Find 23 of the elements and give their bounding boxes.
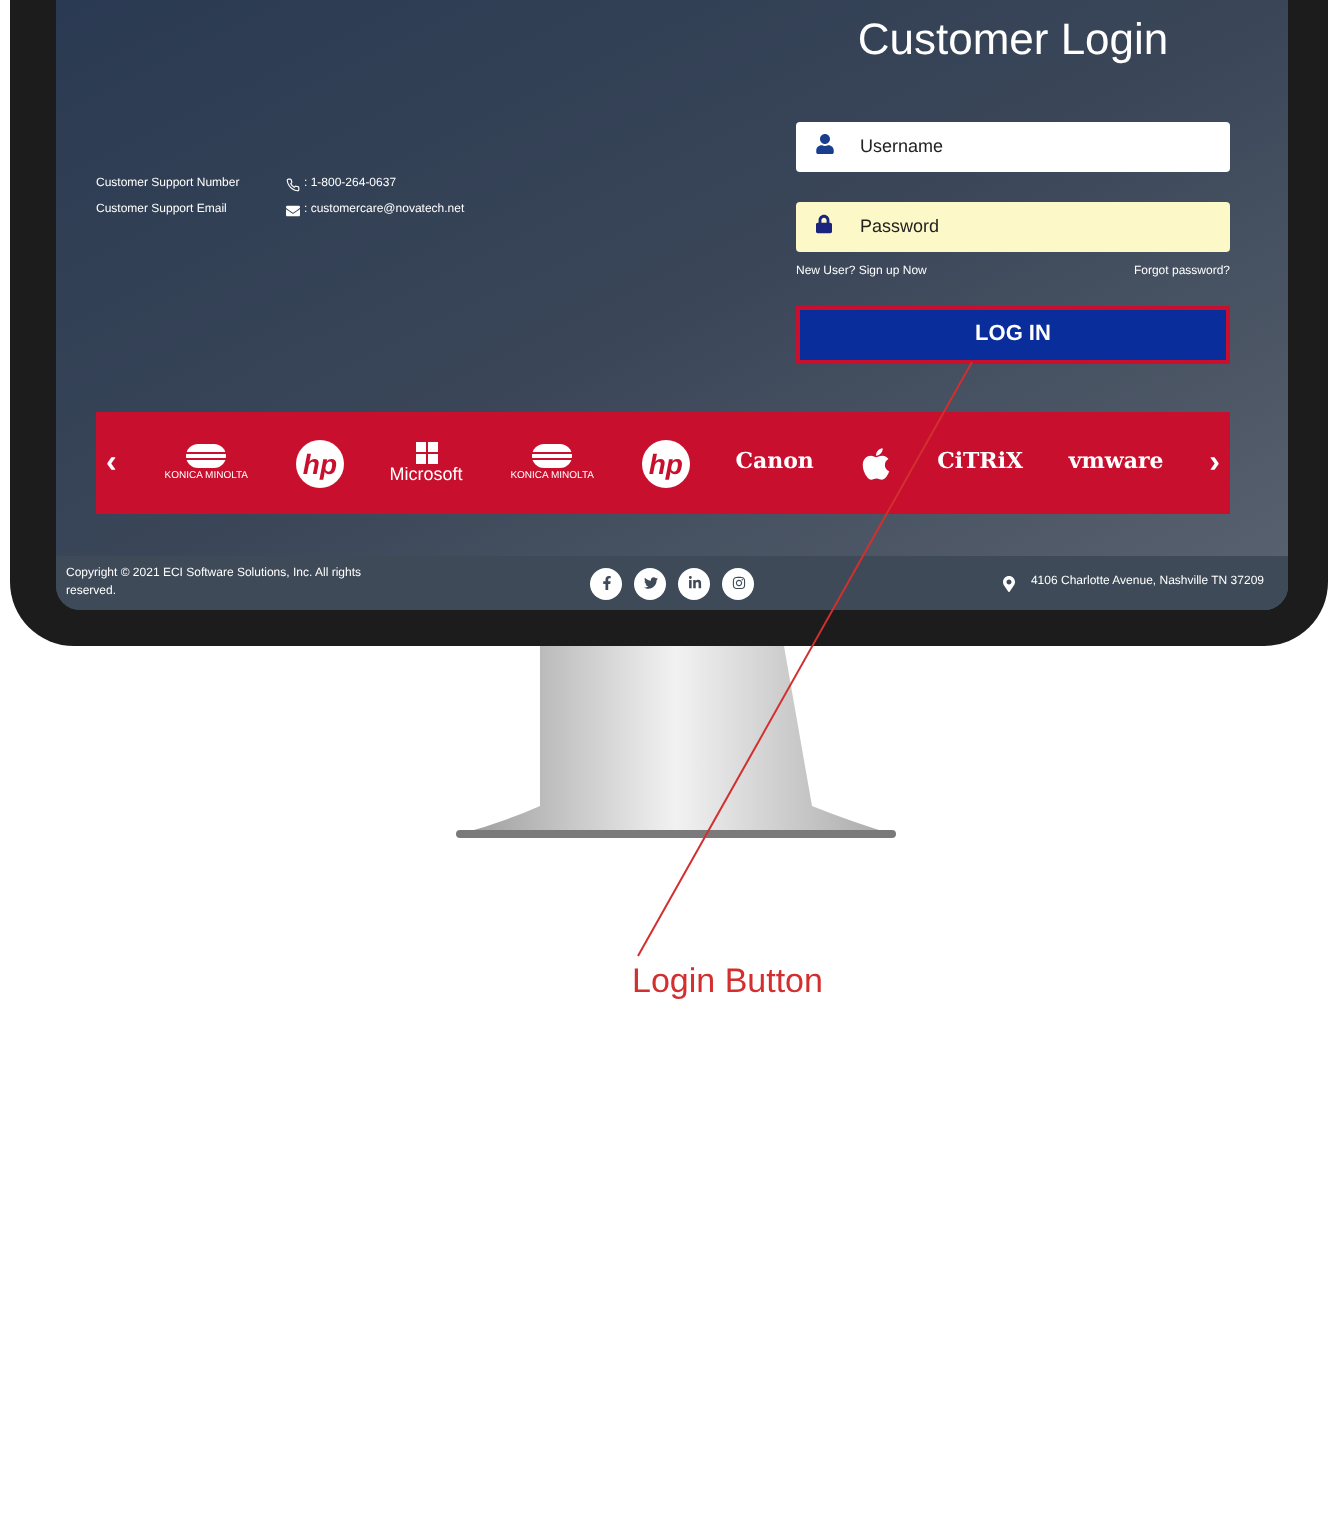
carousel-prev-button[interactable]: ‹ bbox=[106, 447, 117, 479]
user-icon bbox=[816, 134, 834, 154]
twitter-bird-icon[interactable] bbox=[634, 567, 666, 599]
microsoft-logo: Microsoft bbox=[389, 442, 463, 484]
brand-logo: CiTRiX bbox=[937, 446, 1024, 479]
linkedin-icon[interactable] bbox=[678, 567, 710, 599]
location-pin-icon bbox=[1002, 575, 1017, 591]
brand-logo: Canon bbox=[735, 446, 814, 479]
hp-logo: hp bbox=[295, 439, 344, 487]
instagram-icon[interactable] bbox=[722, 567, 754, 599]
phone-icon bbox=[286, 178, 300, 192]
brand-logo: vmware bbox=[1068, 446, 1164, 479]
apple-icon bbox=[859, 445, 892, 481]
username-field[interactable]: Username bbox=[796, 121, 1230, 171]
lock-icon bbox=[816, 214, 832, 234]
password-field[interactable]: Password bbox=[796, 201, 1230, 251]
login-title: Customer Login bbox=[855, 12, 1171, 68]
login-button[interactable]: LOG IN bbox=[796, 306, 1230, 364]
envelope-icon bbox=[286, 204, 300, 218]
hp-logo: hp bbox=[641, 439, 690, 487]
facebook-icon[interactable] bbox=[590, 567, 622, 599]
carousel-next-button[interactable]: › bbox=[1209, 447, 1220, 479]
annotation-label: Login Button bbox=[632, 960, 823, 1004]
